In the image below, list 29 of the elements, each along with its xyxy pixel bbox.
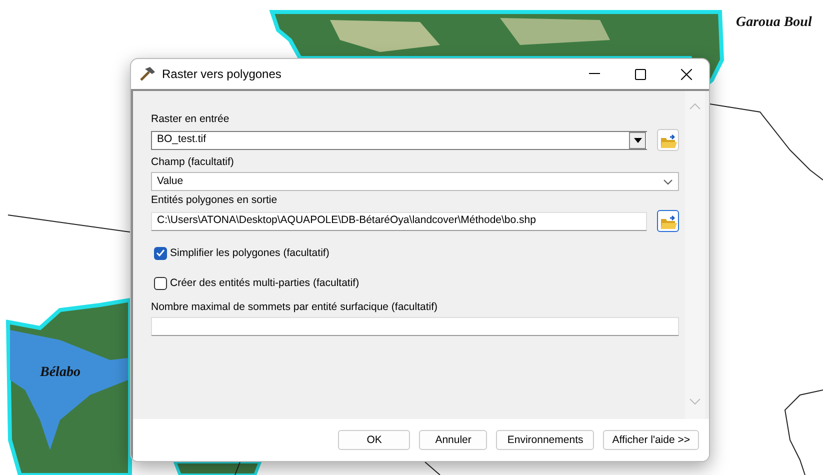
dialog-button[interactable]: Afficher l'aide >> [603, 430, 699, 450]
checkbox[interactable] [154, 276, 167, 290]
map-label: Garoua Boul [736, 14, 812, 32]
folder-icon [659, 132, 677, 148]
dropdown-field[interactable]: Value [151, 172, 679, 191]
maximize-icon [634, 68, 646, 80]
dropdown-button[interactable] [629, 132, 646, 148]
window-title: Raster vers polygones [162, 66, 282, 83]
map-label: Bélabo [40, 364, 80, 382]
checkbox-label: Créer des entités multi-parties (facultatif) [170, 276, 360, 290]
dialog-button[interactable]: Annuler [419, 430, 488, 450]
dialog-button[interactable]: OK [338, 430, 410, 450]
field-label: Nombre maximal de sommets par entité surfacique (facultatif) [151, 300, 439, 314]
hammer-icon [138, 66, 156, 82]
field-label: Entités polygones en sortie [151, 193, 278, 207]
combo-box[interactable]: BO_test.tif [151, 130, 647, 150]
browse-button[interactable] [657, 210, 679, 232]
input-field[interactable]: C:\Users\ATONA\Desktop\AQUAPOLE\DB-BétaréOya\landcover\Méthode\bo.shp [151, 212, 647, 230]
field-label: Raster en entrée [151, 112, 230, 126]
checkbox[interactable] [154, 246, 167, 260]
input-field[interactable] [151, 317, 679, 336]
dialog-button[interactable]: Environnements [496, 430, 594, 450]
minimize-icon [588, 73, 600, 75]
checkbox-label: Simplifier les polygones (facultatif) [170, 246, 330, 260]
folder-icon [659, 212, 677, 230]
close-icon [680, 68, 692, 80]
caret-icon [634, 138, 642, 142]
field-label: Champ (facultatif) [151, 155, 235, 169]
chevron-down-icon [663, 178, 673, 184]
